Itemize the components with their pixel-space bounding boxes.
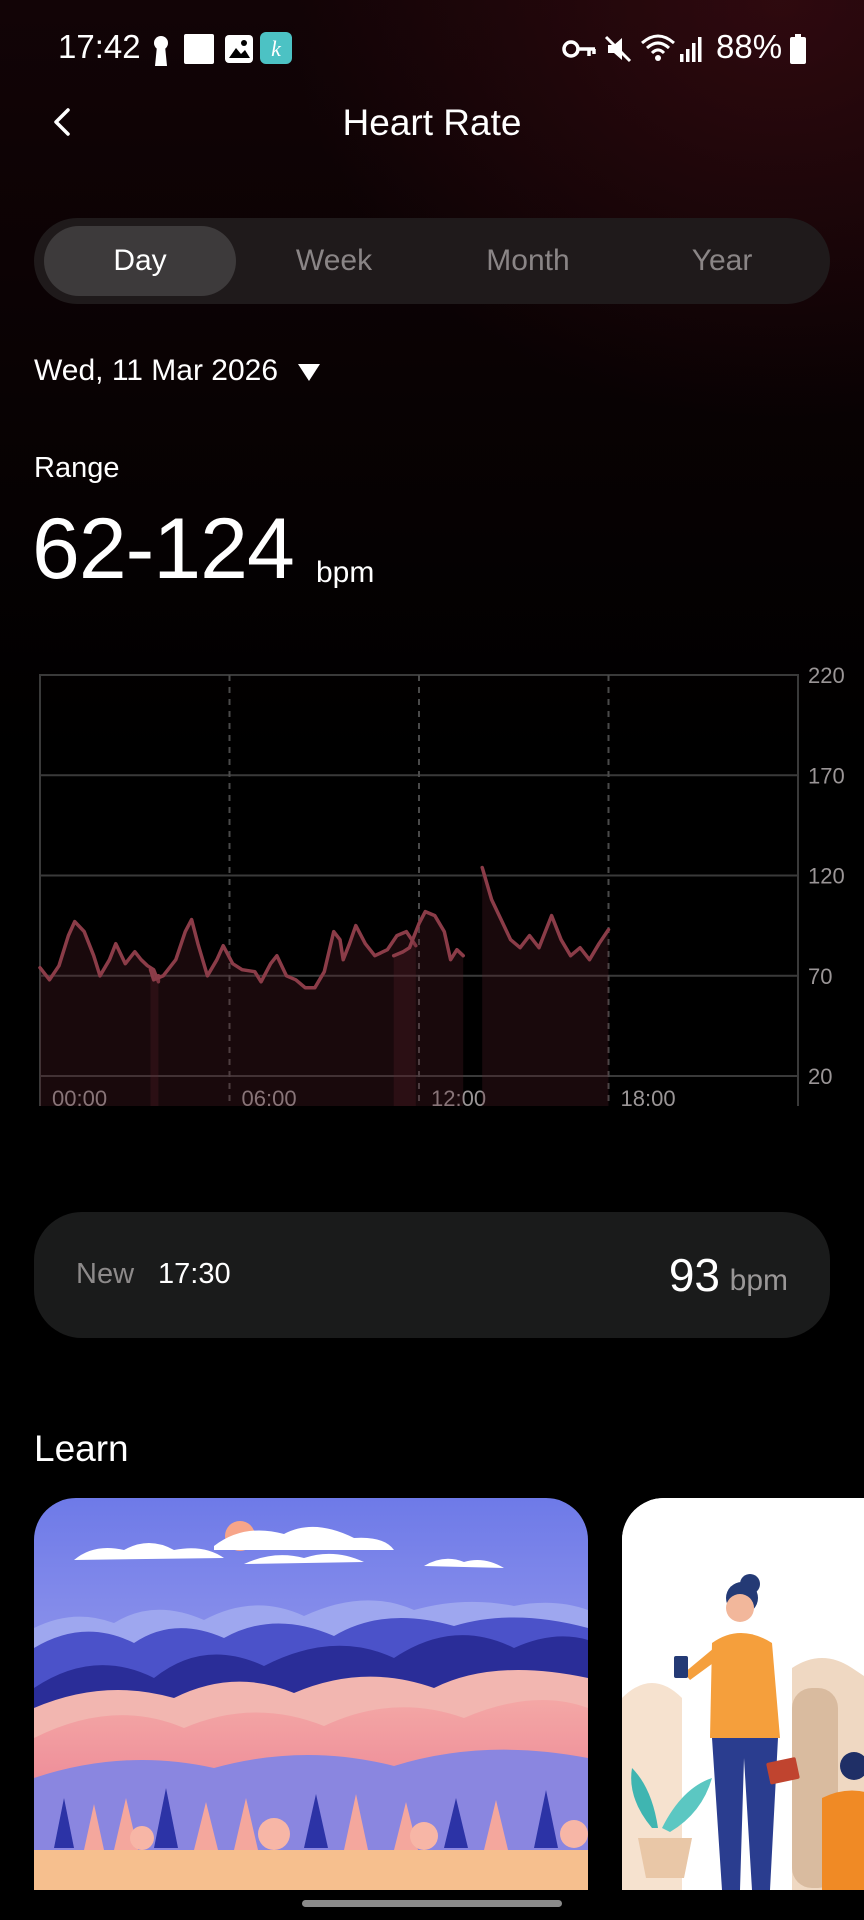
heart-rate-chart[interactable]: 220170120702000:0006:0012:0018:00 (0, 660, 864, 1120)
period-tabs: Day Week Month Year (34, 218, 830, 304)
learn-card-landscape[interactable] (34, 1498, 588, 1890)
battery-icon (790, 34, 806, 64)
gallery-notification-icon (225, 35, 253, 63)
learn-card-people[interactable] (622, 1498, 864, 1890)
svg-text:k: k (271, 36, 282, 61)
tab-week[interactable]: Week (238, 226, 430, 296)
vpn-key-icon (562, 40, 596, 58)
learn-heading: Learn (34, 1428, 129, 1469)
people-illustration (622, 1498, 864, 1890)
tab-year[interactable]: Year (626, 226, 818, 296)
heart-rate-area-1 (40, 921, 159, 1106)
square-notification-icon (184, 34, 214, 64)
page-title: Heart Rate (342, 102, 522, 143)
range-unit: bpm (316, 556, 375, 589)
date-selector[interactable]: Wed, 11 Mar 2026 (34, 354, 278, 388)
mute-icon (604, 35, 632, 63)
heart-rate-area-2 (150, 919, 416, 1106)
latest-label: New (76, 1258, 135, 1290)
tab-month[interactable]: Month (432, 226, 624, 296)
latest-unit: bpm (729, 1264, 788, 1297)
y-tick-label: 120 (808, 864, 845, 889)
heart-rate-area-4 (482, 867, 609, 1106)
latest-value: 93 (668, 1249, 720, 1301)
status-time: 17:42 (58, 28, 141, 65)
range-label: Range (34, 452, 120, 484)
app-k-notification-icon: k (260, 32, 292, 64)
tab-day[interactable]: Day (44, 226, 236, 296)
y-tick-label: 170 (808, 763, 845, 788)
latest-reading-card[interactable]: New 17:30 93 bpm (34, 1212, 830, 1338)
y-tick-label: 70 (808, 964, 832, 989)
signal-icon (680, 37, 702, 62)
y-tick-label: 20 (808, 1064, 832, 1089)
wifi-icon (641, 34, 675, 61)
dropdown-caret-icon[interactable] (298, 364, 320, 381)
range-value: 62-124 (32, 501, 295, 597)
y-tick-label: 220 (808, 663, 845, 688)
battery-percent: 88% (716, 28, 783, 65)
latest-time: 17:30 (158, 1258, 231, 1290)
keyhole-notification-icon (154, 36, 168, 66)
landscape-illustration (34, 1498, 588, 1890)
home-indicator[interactable] (302, 1900, 562, 1907)
status-bar: 17:42 k 88% (0, 0, 864, 96)
x-tick-label: 18:00 (621, 1086, 676, 1111)
